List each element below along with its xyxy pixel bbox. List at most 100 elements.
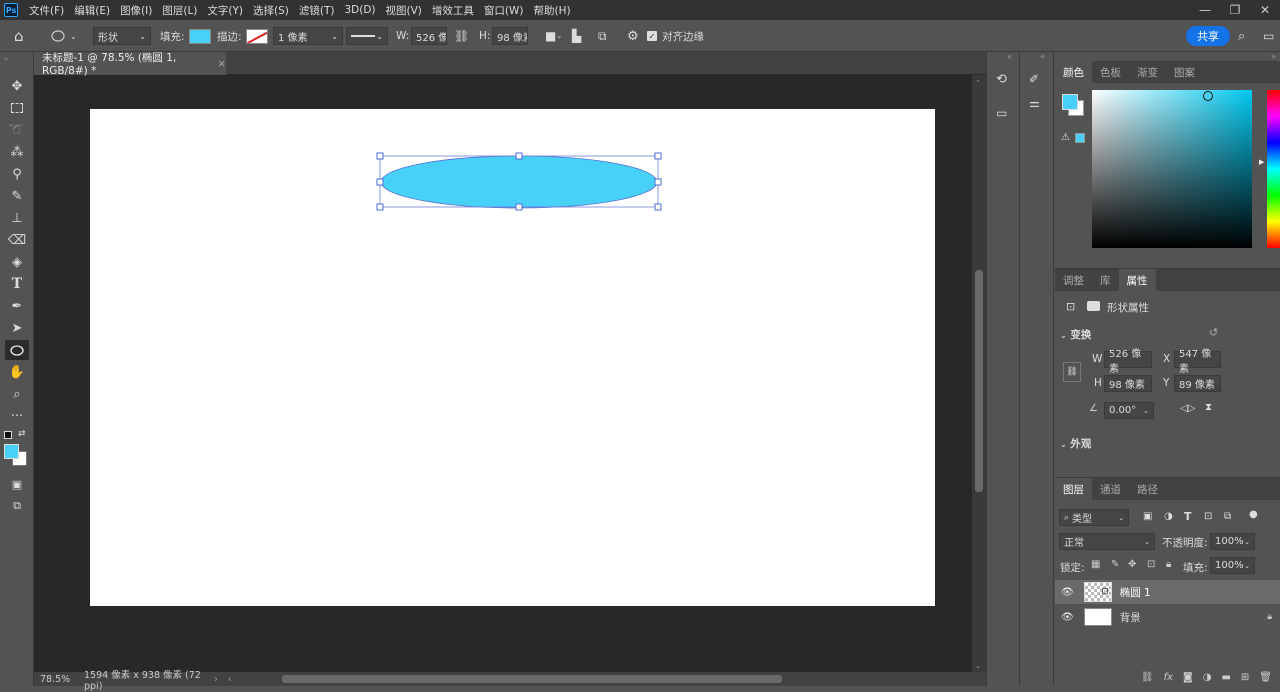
- shape-tool-preset[interactable]: ⌄: [50, 26, 77, 46]
- lock-position-icon[interactable]: ✥: [1128, 559, 1136, 570]
- path-alignment-icon[interactable]: ▙: [572, 26, 581, 46]
- tab-paths[interactable]: 路径: [1129, 478, 1166, 500]
- prop-width-field[interactable]: 526 像素: [1104, 349, 1152, 375]
- appearance-section-toggle[interactable]: ⌄ 外观: [1060, 436, 1091, 451]
- menu-layer[interactable]: 图层(L): [157, 3, 202, 18]
- layer-effects-icon[interactable]: fx: [1164, 672, 1173, 683]
- ellipse-shape[interactable]: [380, 155, 658, 209]
- transform-handle[interactable]: [654, 152, 662, 160]
- gear-icon[interactable]: ⚙: [627, 26, 639, 46]
- menu-view[interactable]: 视图(V): [381, 3, 427, 18]
- paint-bucket-icon[interactable]: ◈: [5, 252, 29, 272]
- search-icon[interactable]: ⌕: [1238, 26, 1245, 46]
- path-operations-icon[interactable]: ■ ⌄: [545, 26, 562, 46]
- prop-x-field[interactable]: 547 像素: [1174, 349, 1221, 375]
- ellipse-tool-icon[interactable]: [5, 340, 29, 360]
- brush-settings-icon[interactable]: ✐: [1029, 72, 1039, 86]
- minimize-icon[interactable]: —: [1190, 0, 1220, 20]
- tab-adjustments[interactable]: 调整: [1055, 269, 1092, 291]
- gamut-color-swatch[interactable]: [1075, 133, 1085, 143]
- more-tools-icon[interactable]: ···: [5, 406, 29, 426]
- path-arrangement-icon[interactable]: ⧉: [598, 26, 607, 46]
- menu-filter[interactable]: 滤镜(T): [294, 3, 340, 18]
- tab-patterns[interactable]: 图案: [1166, 61, 1203, 83]
- path-selection-icon[interactable]: ➤: [5, 318, 29, 338]
- new-layer-icon[interactable]: ⊞: [1241, 672, 1249, 683]
- collapse-icon[interactable]: »: [4, 55, 8, 63]
- share-button[interactable]: 共享: [1186, 26, 1230, 46]
- menu-select[interactable]: 选择(S): [248, 3, 294, 18]
- hand-tool-icon[interactable]: ✋: [5, 362, 29, 382]
- layer-filter-select[interactable]: ⌕ 类型 ⌄: [1059, 509, 1129, 526]
- stamp-tool-icon[interactable]: ⊥: [5, 208, 29, 228]
- collapse-icon[interactable]: »: [1271, 52, 1276, 61]
- filter-shape-icon[interactable]: ⊡: [1204, 511, 1212, 522]
- vertical-scrollbar[interactable]: ⌃ ⌄: [972, 75, 986, 672]
- lock-pixels-icon[interactable]: ✎: [1111, 559, 1119, 570]
- zoom-tool-icon[interactable]: ⌕: [5, 384, 29, 404]
- lasso-tool-icon[interactable]: ➰: [5, 120, 29, 140]
- swap-colors-icon[interactable]: ⇄: [18, 429, 26, 439]
- comments-icon[interactable]: ▭: [996, 106, 1007, 120]
- tab-libraries[interactable]: 库: [1092, 269, 1119, 291]
- transform-handle[interactable]: [654, 178, 662, 186]
- color-picker-cursor[interactable]: [1203, 91, 1213, 101]
- tab-properties[interactable]: 属性: [1118, 269, 1156, 291]
- marquee-tool-icon[interactable]: [5, 98, 29, 118]
- collapse-icon[interactable]: «: [1007, 52, 1012, 61]
- brush-tool-icon[interactable]: ✎: [5, 186, 29, 206]
- transform-handle[interactable]: [515, 152, 523, 160]
- menu-help[interactable]: 帮助(H): [529, 3, 576, 18]
- scroll-left-icon[interactable]: ‹: [228, 674, 232, 685]
- quick-mask-icon[interactable]: ▣: [5, 474, 29, 494]
- eye-icon[interactable]: 👁︎: [1061, 612, 1074, 623]
- adjustment-sliders-icon[interactable]: ⚌: [1029, 96, 1040, 110]
- filter-type-icon[interactable]: T: [1184, 510, 1192, 523]
- tab-channels[interactable]: 通道: [1092, 478, 1129, 500]
- restore-icon[interactable]: ❐: [1220, 0, 1250, 20]
- tab-layers[interactable]: 图层: [1055, 478, 1092, 500]
- tab-swatches[interactable]: 色板: [1092, 61, 1129, 83]
- menu-file[interactable]: 文件(F): [24, 3, 69, 18]
- magic-wand-icon[interactable]: ⁂: [5, 142, 29, 162]
- layer-name[interactable]: 背景: [1120, 610, 1141, 625]
- zoom-level[interactable]: 78.5%: [34, 674, 74, 685]
- width-field[interactable]: 526 像素: [411, 27, 447, 45]
- transform-handle[interactable]: [515, 203, 523, 211]
- filter-adjustment-icon[interactable]: ◑: [1164, 511, 1173, 522]
- transform-section-toggle[interactable]: ⌄ 变换: [1060, 327, 1091, 342]
- status-expand-icon[interactable]: ›: [214, 674, 218, 685]
- stroke-width-field[interactable]: 1 像素 ⌄: [273, 27, 343, 45]
- close-window-icon[interactable]: ✕: [1250, 0, 1280, 20]
- link-layers-icon[interactable]: ⛓: [1141, 672, 1154, 683]
- tool-mode-select[interactable]: 形状 ⌄: [93, 27, 151, 45]
- scroll-thumb[interactable]: [975, 270, 983, 492]
- link-proportions-icon[interactable]: ⛓: [1063, 362, 1081, 382]
- layer-row-ellipse[interactable]: 👁︎ ⊡ 椭圆 1: [1055, 580, 1280, 604]
- eyedropper-icon[interactable]: ⚲: [5, 164, 29, 184]
- align-edges-checkbox[interactable]: ✓: [647, 31, 657, 41]
- menu-edit[interactable]: 编辑(E): [69, 3, 115, 18]
- prop-y-field[interactable]: 89 像素: [1174, 375, 1221, 392]
- filter-smart-object-icon[interactable]: ⧉: [1224, 511, 1231, 522]
- transform-handle[interactable]: [376, 203, 384, 211]
- transform-handle[interactable]: [376, 178, 384, 186]
- filter-toggle-icon[interactable]: ●: [1249, 509, 1258, 520]
- menu-type[interactable]: 文字(Y): [202, 3, 248, 18]
- layer-row-background[interactable]: 👁︎ 背景 🔒︎: [1055, 605, 1280, 629]
- panel-foreground-swatch[interactable]: [1062, 94, 1078, 110]
- new-group-icon[interactable]: ▬: [1221, 672, 1230, 683]
- screen-mode-icon[interactable]: ⧉: [5, 496, 29, 516]
- tab-color[interactable]: 颜色: [1055, 61, 1092, 83]
- prop-height-field[interactable]: 98 像素: [1104, 375, 1152, 392]
- blend-mode-select[interactable]: 正常 ⌄: [1059, 533, 1155, 550]
- lock-transparent-icon[interactable]: ▦: [1091, 559, 1100, 570]
- link-icon[interactable]: ⛓: [454, 26, 469, 46]
- pen-tool-icon[interactable]: ✒: [5, 296, 29, 316]
- stroke-type-select[interactable]: ⌄: [346, 27, 388, 45]
- fill-opacity-field[interactable]: 100% ⌄: [1210, 557, 1255, 574]
- fill-color-swatch[interactable]: [189, 28, 211, 44]
- flip-vertical-icon[interactable]: ⧗: [1205, 402, 1212, 413]
- warning-icon[interactable]: ⚠: [1061, 132, 1070, 143]
- menu-3d[interactable]: 3D(D): [339, 4, 380, 16]
